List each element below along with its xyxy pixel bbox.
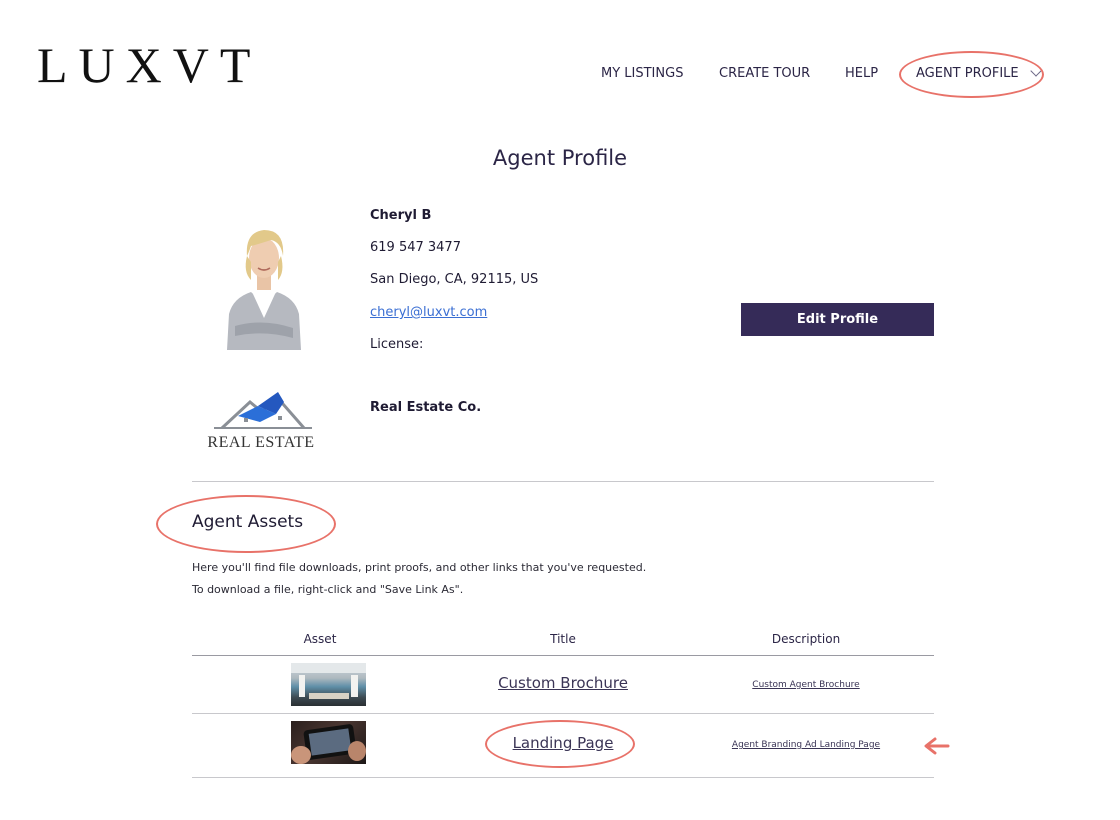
- asset-title-link[interactable]: Landing Page: [448, 734, 678, 752]
- nav-my-listings[interactable]: MY LISTINGS: [601, 66, 683, 81]
- company-name: Real Estate Co.: [370, 400, 482, 415]
- column-header-title: Title: [550, 632, 576, 646]
- assets-description-line: To download a file, right-click and "Sav…: [192, 583, 464, 596]
- asset-description-link[interactable]: Agent Branding Ad Landing Page: [678, 740, 934, 750]
- assets-description-line: Here you'll find file downloads, print p…: [192, 561, 647, 574]
- annotation-arrow-icon: [924, 737, 950, 755]
- agent-name: Cheryl B: [370, 208, 432, 223]
- section-divider: [192, 481, 934, 482]
- brokerage-logo-text: REAL ESTATE: [207, 434, 315, 451]
- nav-help[interactable]: HELP: [845, 66, 878, 81]
- agent-email-link[interactable]: cheryl@luxvt.com: [370, 305, 487, 320]
- agent-address: San Diego, CA, 92115, US: [370, 272, 539, 287]
- asset-description-link[interactable]: Custom Agent Brochure: [678, 680, 934, 690]
- agent-phone: 619 547 3477: [370, 240, 461, 255]
- nav-agent-profile[interactable]: AGENT PROFILE: [916, 66, 1019, 81]
- column-header-asset: Asset: [303, 632, 337, 646]
- landing-page-thumbnail[interactable]: [291, 721, 366, 764]
- page-title: Agent Profile: [492, 146, 628, 170]
- brochure-thumbnail[interactable]: [291, 663, 366, 706]
- brokerage-logo: REAL ESTATE: [200, 388, 322, 458]
- table-row-divider: [192, 713, 934, 714]
- column-header-description: Description: [771, 632, 841, 646]
- assets-heading: Agent Assets: [192, 512, 304, 532]
- edit-profile-button[interactable]: Edit Profile: [741, 303, 934, 336]
- agent-license-label: License:: [370, 337, 424, 352]
- main-nav: MY LISTINGS CREATE TOUR HELP AGENT PROFI…: [0, 66, 1120, 86]
- house-roof-icon: [214, 392, 312, 430]
- asset-title-link[interactable]: Custom Brochure: [448, 674, 678, 692]
- table-bottom-divider: [192, 777, 934, 778]
- table-header-divider: [192, 655, 934, 656]
- agent-avatar: [227, 230, 301, 350]
- nav-create-tour[interactable]: CREATE TOUR: [719, 66, 810, 81]
